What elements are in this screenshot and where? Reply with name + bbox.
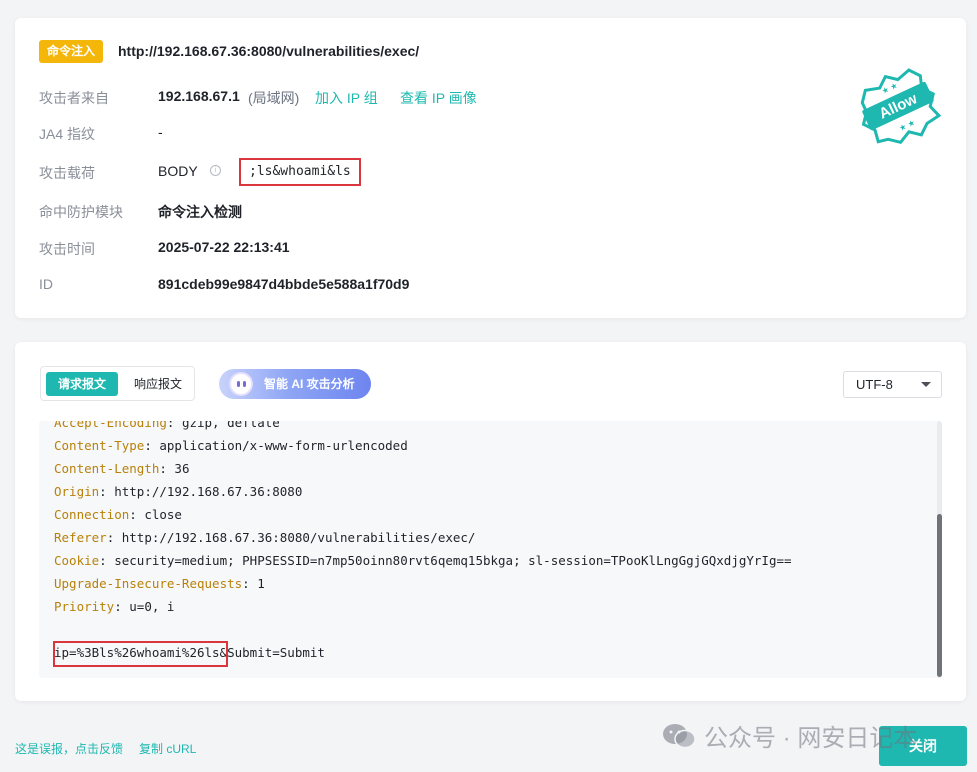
ja4-value: - xyxy=(158,124,163,140)
header-line: Referer: http://192.168.67.36:8080/vulne… xyxy=(54,530,476,545)
tab-request[interactable]: 请求报文 xyxy=(46,372,118,396)
packet-tabs: 请求报文 响应报文 xyxy=(40,366,195,401)
ai-analysis-button[interactable]: 智能 AI 攻击分析 xyxy=(219,369,371,399)
module-label: 命中防护模块 xyxy=(39,204,123,220)
request-packet-viewer[interactable]: Accept-Encoding: gzip, deflate Content-T… xyxy=(39,421,942,678)
header-line: Cookie: security=medium; PHPSESSID=n7mp5… xyxy=(54,553,792,568)
header-line: Content-Type: application/x-www-form-url… xyxy=(54,438,408,453)
attack-time: 2025-07-22 22:13:41 xyxy=(158,239,290,255)
ai-analysis-label: 智能 AI 攻击分析 xyxy=(264,377,355,391)
info-icon[interactable]: i xyxy=(210,165,221,176)
ai-robot-icon xyxy=(229,372,253,396)
attack-type-tag: 命令注入 xyxy=(39,40,104,63)
payload-label: 攻击载荷 xyxy=(39,165,95,181)
header-line: Priority: u=0, i xyxy=(54,599,175,614)
payload-highlight-box xyxy=(53,641,228,667)
watermark: 公众号 · 网安日记本 xyxy=(662,718,917,753)
payload-location: BODY xyxy=(158,163,198,179)
wechat-icon xyxy=(663,723,696,748)
svg-text:★ ★: ★ ★ xyxy=(898,118,917,133)
chevron-down-icon xyxy=(921,382,931,387)
network-type: (局域网) xyxy=(248,90,300,106)
event-id: 891cdeb99e9847d4bbde5e588a1f70d9 xyxy=(158,276,410,292)
encoding-select[interactable]: UTF-8 xyxy=(843,371,942,398)
scrollbar[interactable] xyxy=(937,421,942,678)
module-value: 命令注入检测 xyxy=(158,204,242,220)
ja4-label: JA4 指纹 xyxy=(39,126,96,142)
target-url: http://192.168.67.36:8080/vulnerabilitie… xyxy=(118,43,420,59)
header-line: Upgrade-Insecure-Requests: 1 xyxy=(54,576,265,591)
allow-stamp-icon: Allow ★ ★ ★ ★ xyxy=(860,68,941,144)
header-line: Accept-Encoding: gzip, deflate xyxy=(54,421,280,430)
header-line: Origin: http://192.168.67.36:8080 xyxy=(54,484,303,499)
encoding-value: UTF-8 xyxy=(856,377,893,392)
request-detail-card: 请求报文 响应报文 智能 AI 攻击分析 UTF-8 Accept-Encodi… xyxy=(15,342,966,701)
id-label: ID xyxy=(39,276,53,292)
attacker-ip: 192.168.67.1 xyxy=(158,88,240,104)
time-label: 攻击时间 xyxy=(39,241,95,257)
tab-response[interactable]: 响应报文 xyxy=(126,372,190,396)
header-line: Connection: close xyxy=(54,507,182,522)
scrollbar-thumb[interactable] xyxy=(937,514,942,677)
view-ip-profile-link[interactable]: 查看 IP 画像 xyxy=(400,88,477,108)
copy-curl-link[interactable]: 复制 cURL xyxy=(139,740,196,757)
header-line: Content-Length: 36 xyxy=(54,461,190,476)
add-ip-group-link[interactable]: 加入 IP 组 xyxy=(315,88,378,108)
source-label: 攻击者来自 xyxy=(39,90,109,106)
payload-value: ;ls&whoami&ls xyxy=(239,158,361,186)
report-false-positive-link[interactable]: 这是误报，点击反馈 xyxy=(15,740,123,757)
event-info-card: 命令注入 http://192.168.67.36:8080/vulnerabi… xyxy=(15,18,966,318)
watermark-text: 公众号 · 网安日记本 xyxy=(704,725,918,752)
